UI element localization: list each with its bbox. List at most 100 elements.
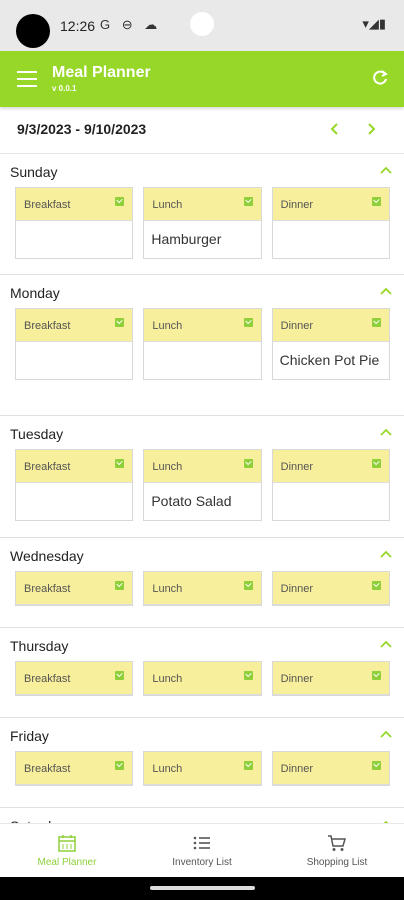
meal-row: Breakfast Lunch Dinner bbox=[15, 661, 390, 696]
meal-value[interactable] bbox=[273, 483, 389, 520]
chevron-right-icon[interactable] bbox=[362, 119, 380, 139]
check-icon[interactable] bbox=[115, 581, 125, 590]
meal-label: Lunch bbox=[152, 583, 183, 595]
meal-card[interactable]: Lunch bbox=[143, 308, 262, 380]
meal-card[interactable]: Dinner bbox=[271, 187, 390, 259]
cart-icon bbox=[328, 835, 346, 851]
meal-card[interactable]: Dinner Chicken Pot Pie bbox=[271, 308, 390, 380]
check-icon[interactable] bbox=[115, 197, 125, 206]
chevron-left-icon[interactable] bbox=[326, 119, 344, 139]
check-icon[interactable] bbox=[371, 761, 381, 770]
day-section: Tuesday Breakfast Lunch Potato Salad Dinner bbox=[0, 416, 404, 538]
meal-header: Dinner bbox=[272, 309, 389, 342]
check-icon[interactable] bbox=[243, 761, 253, 770]
check-icon[interactable] bbox=[115, 761, 125, 770]
app-title: Meal Planner bbox=[52, 64, 151, 81]
check-icon[interactable] bbox=[243, 318, 253, 327]
chevron-up-icon[interactable] bbox=[380, 166, 392, 176]
camera-cutout bbox=[16, 14, 50, 48]
check-icon[interactable] bbox=[371, 581, 381, 590]
meal-card[interactable]: Lunch Potato Salad bbox=[143, 449, 262, 521]
meal-row: Breakfast Lunch Hamburger Dinner bbox=[15, 187, 390, 259]
meal-card[interactable]: Lunch bbox=[143, 661, 262, 696]
app-version: v 0.0.1 bbox=[52, 84, 77, 93]
meal-row: Breakfast Lunch Potato Salad Dinner bbox=[15, 449, 390, 521]
meal-label: Dinner bbox=[280, 461, 314, 473]
chevron-up-icon[interactable] bbox=[380, 428, 392, 438]
meal-label: Breakfast bbox=[24, 461, 71, 473]
meal-header: Dinner bbox=[272, 450, 389, 483]
check-icon[interactable] bbox=[371, 459, 381, 468]
meal-card[interactable]: Breakfast bbox=[15, 308, 134, 380]
day-name: Thursday bbox=[10, 638, 69, 654]
day-name: Sunday bbox=[10, 164, 58, 180]
nav-tab-meal-planner[interactable]: Meal Planner bbox=[0, 824, 134, 878]
check-icon[interactable] bbox=[243, 581, 253, 590]
day-section: Friday Breakfast Lunch Dinner bbox=[0, 718, 404, 808]
meal-label: Lunch bbox=[152, 320, 183, 332]
meal-header: Dinner bbox=[272, 752, 389, 785]
meal-card[interactable]: Lunch bbox=[143, 751, 262, 786]
meal-value[interactable] bbox=[16, 342, 132, 379]
meal-card[interactable]: Breakfast bbox=[15, 661, 134, 696]
meal-card[interactable]: Breakfast bbox=[15, 571, 134, 606]
meal-card[interactable]: Lunch Hamburger bbox=[143, 187, 262, 259]
meal-value[interactable]: Hamburger bbox=[144, 221, 260, 258]
meal-card[interactable]: Dinner bbox=[271, 449, 390, 521]
meal-header: Dinner bbox=[272, 188, 389, 221]
hamburger-menu-icon[interactable] bbox=[17, 71, 37, 87]
meal-row: Breakfast Lunch Dinner bbox=[15, 751, 390, 786]
chevron-up-icon[interactable] bbox=[380, 640, 392, 650]
nav-tab-inventory-list[interactable]: Inventory List bbox=[135, 824, 269, 878]
home-indicator[interactable] bbox=[150, 886, 255, 890]
day-section: SaturdayBreakfastLunchDinner bbox=[0, 808, 404, 823]
meal-card[interactable]: Breakfast bbox=[15, 751, 134, 786]
nav-tab-shopping-list[interactable]: Shopping List bbox=[270, 824, 404, 878]
meal-value[interactable] bbox=[16, 483, 132, 520]
status-time: 12:26 bbox=[60, 18, 96, 34]
check-icon[interactable] bbox=[371, 197, 381, 206]
meal-label: Breakfast bbox=[24, 199, 71, 211]
chevron-up-icon[interactable] bbox=[380, 730, 392, 740]
nav-tab-label: Shopping List bbox=[306, 857, 368, 868]
meal-label: Dinner bbox=[280, 199, 314, 211]
meal-header: Breakfast bbox=[16, 450, 133, 483]
meal-header: Breakfast bbox=[16, 309, 133, 342]
meal-label: Lunch bbox=[152, 763, 183, 775]
check-icon[interactable] bbox=[115, 318, 125, 327]
meal-card[interactable]: Breakfast bbox=[15, 187, 134, 259]
meal-card[interactable]: Dinner bbox=[271, 751, 390, 786]
check-icon[interactable] bbox=[371, 318, 381, 327]
gesture-bar bbox=[0, 877, 404, 900]
signal-battery-icons: ▾◢▮ bbox=[362, 16, 386, 31]
meal-card[interactable]: Lunch bbox=[143, 571, 262, 606]
meal-card[interactable]: Dinner bbox=[271, 661, 390, 696]
check-icon[interactable] bbox=[115, 459, 125, 468]
meal-card[interactable]: Breakfast bbox=[15, 449, 134, 521]
meal-header: Breakfast bbox=[16, 572, 133, 605]
check-icon[interactable] bbox=[371, 671, 381, 680]
chevron-up-icon[interactable] bbox=[380, 550, 392, 560]
day-list: Sunday Breakfast Lunch Hamburger Dinner Monda… bbox=[0, 154, 404, 823]
meal-header: Breakfast bbox=[16, 662, 133, 695]
check-icon[interactable] bbox=[243, 197, 253, 206]
meal-header: Lunch bbox=[144, 309, 261, 342]
meal-label: Breakfast bbox=[24, 763, 71, 775]
meal-value[interactable] bbox=[144, 342, 260, 379]
meal-value[interactable] bbox=[273, 221, 389, 258]
check-icon[interactable] bbox=[243, 459, 253, 468]
meal-label: Breakfast bbox=[24, 583, 71, 595]
check-icon[interactable] bbox=[115, 671, 125, 680]
calendar-icon bbox=[58, 835, 76, 852]
refresh-icon[interactable] bbox=[370, 68, 390, 88]
meal-value[interactable]: Chicken Pot Pie bbox=[273, 342, 389, 379]
check-icon[interactable] bbox=[243, 671, 253, 680]
meal-label: Dinner bbox=[280, 763, 314, 775]
meal-header: Lunch bbox=[144, 188, 261, 221]
meal-label: Breakfast bbox=[24, 673, 71, 685]
chevron-up-icon[interactable] bbox=[380, 287, 392, 297]
meal-card[interactable]: Dinner bbox=[271, 571, 390, 606]
meal-value[interactable] bbox=[16, 221, 132, 258]
meal-header: Breakfast bbox=[16, 752, 133, 785]
meal-value[interactable]: Potato Salad bbox=[144, 483, 260, 520]
